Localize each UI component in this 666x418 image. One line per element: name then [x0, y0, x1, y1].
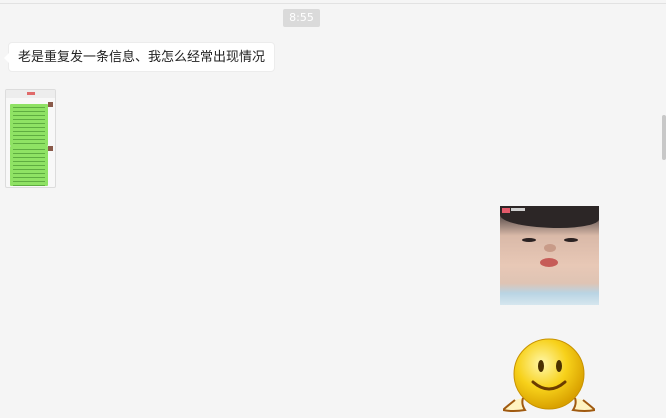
- divider: [0, 3, 666, 4]
- screenshot-image-message[interactable]: [5, 89, 56, 188]
- scrollbar-thumb[interactable]: [662, 115, 666, 160]
- screenshot-header: [6, 90, 55, 98]
- message-timestamp: 8:55: [283, 9, 320, 27]
- message-text: 老是重复发一条信息、我怎么经常出现情况: [18, 50, 266, 65]
- screenshot-bubble: [10, 146, 48, 186]
- screenshot-avatar: [48, 146, 53, 151]
- screenshot-avatar: [48, 102, 53, 107]
- received-text-message[interactable]: 老是重复发一条信息、我怎么经常出现情况: [3, 42, 276, 72]
- photo-image-message[interactable]: [500, 206, 599, 305]
- screenshot-bubble: [10, 104, 48, 146]
- smiley-sticker-icon[interactable]: [503, 338, 595, 418]
